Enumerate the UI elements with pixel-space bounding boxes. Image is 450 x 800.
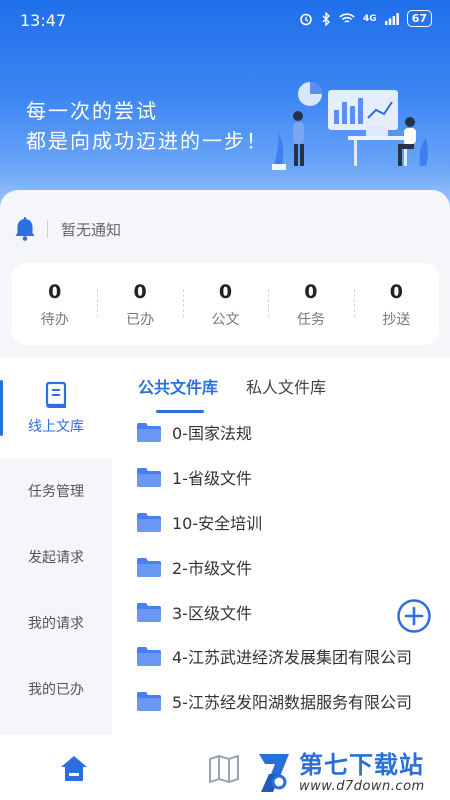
folder-name: 0-国家法规	[172, 424, 252, 444]
sidebar-item-label: 任务管理	[28, 484, 84, 500]
list-item[interactable]: 10-安全培训	[136, 500, 436, 545]
folder-name: 2-市级文件	[172, 558, 252, 578]
folder-icon	[137, 423, 161, 443]
tab-public-library[interactable]: 公共文件库	[138, 374, 218, 413]
folder-name: 5-江苏经发阳湖数据服务有限公司	[172, 693, 412, 713]
book-icon	[45, 381, 67, 408]
sidebar-item-label: 我的已办	[28, 682, 84, 698]
folder-name: 3-区级文件	[172, 603, 252, 623]
list-item[interactable]: 0-国家法规	[136, 410, 436, 455]
sidebar-item-label: 我的请求	[28, 616, 84, 632]
folder-icon	[137, 692, 161, 712]
slogan: 每一次的尝试 都是向成功迈进的一步！	[26, 96, 268, 156]
main-panel: 暂无通知 0 待办 0 已办 0 公文 0 任务 0 抄送 线上文库 任务管理 …	[0, 190, 450, 800]
folder-name: 4-江苏武进经济发展集团有限公司	[172, 648, 412, 668]
list-item[interactable]: 3-区级文件	[136, 589, 436, 634]
sidebar-item-label: 发起请求	[28, 550, 84, 566]
stat-cc[interactable]: 0 抄送	[353, 279, 439, 329]
sidebar-item-online-library[interactable]: 线上文库	[0, 358, 112, 458]
status-icons: 4G 67	[299, 10, 432, 27]
slogan-line-2: 都是向成功迈进的一步！	[26, 129, 268, 153]
sidebar-item-start-request[interactable]: 发起请求	[0, 524, 112, 590]
folder-icon	[137, 647, 161, 667]
watermark-title: 第七下载站	[299, 751, 424, 779]
header-banner: 13:47 4G 67 每一次的尝试 都是向成功迈进的一步！	[0, 0, 450, 215]
plus-circle-icon[interactable]	[396, 598, 432, 634]
list-item[interactable]: 1-省级文件	[136, 455, 436, 500]
stat-count: 0	[133, 281, 147, 303]
bluetooth-icon	[322, 11, 331, 26]
sidebar-item-task-management[interactable]: 任务管理	[0, 458, 112, 524]
list-item[interactable]: 2-市级文件	[136, 544, 436, 589]
stat-documents[interactable]: 0 公文	[182, 279, 268, 329]
wifi-icon	[339, 12, 355, 23]
bell-icon	[15, 217, 35, 241]
sidebar: 线上文库 任务管理 发起请求 我的请求 我的已办	[0, 358, 112, 738]
home-icon[interactable]	[58, 753, 90, 785]
stat-label: 抄送	[382, 312, 411, 328]
stats-card: 0 待办 0 已办 0 公文 0 任务 0 抄送	[12, 263, 439, 345]
signal-text: 4G	[363, 13, 377, 24]
library-panel: 公共文件库 私人文件库 0-国家法规 1-省级文件 10-安全培训 2-市级文件	[112, 358, 450, 738]
stat-label: 公文	[211, 312, 240, 328]
list-item[interactable]: 5-江苏经发阳湖数据服务有限公司	[136, 679, 436, 724]
status-bar: 13:47 4G 67	[0, 0, 450, 40]
watermark-logo-icon	[259, 753, 289, 792]
notification-bar[interactable]: 暂无通知	[10, 204, 440, 254]
slogan-line-1: 每一次的尝试	[26, 99, 158, 123]
stat-label: 待办	[40, 312, 69, 328]
stat-done[interactable]: 0 已办	[97, 279, 182, 329]
sidebar-item-my-done[interactable]: 我的已办	[0, 656, 112, 722]
stat-count: 0	[48, 281, 62, 303]
sidebar-item-my-requests[interactable]: 我的请求	[0, 590, 112, 656]
folder-name: 10-安全培训	[172, 513, 263, 533]
watermark-url: www.d7down.com	[299, 779, 425, 794]
folder-list: 0-国家法规 1-省级文件 10-安全培训 2-市级文件 3-区级文件 4-江苏…	[136, 410, 436, 724]
stat-count: 0	[389, 281, 403, 303]
signal-icon	[384, 12, 399, 25]
alarm-icon	[300, 13, 312, 25]
list-item[interactable]: 4-江苏武进经济发展集团有限公司	[136, 634, 436, 679]
watermark: 第七下载站 www.d7down.com	[255, 745, 450, 800]
stat-count: 0	[218, 281, 233, 303]
status-time: 13:47	[20, 11, 67, 30]
stat-pending[interactable]: 0 待办	[12, 279, 97, 329]
sidebar-item-label: 线上文库	[28, 419, 84, 435]
notice-divider	[47, 220, 48, 238]
stat-label: 任务	[296, 312, 325, 328]
folder-name: 1-省级文件	[172, 469, 252, 489]
stat-count: 0	[304, 281, 318, 303]
folder-icon	[137, 602, 161, 622]
stat-label: 已办	[126, 312, 155, 328]
office-illustration	[272, 82, 428, 170]
library-tabs: 公共文件库 私人文件库	[138, 374, 326, 413]
folder-icon	[137, 512, 161, 532]
tab-private-library[interactable]: 私人文件库	[246, 374, 326, 398]
map-book-icon[interactable]	[208, 755, 240, 783]
folder-icon	[137, 557, 161, 577]
folder-icon	[137, 468, 161, 488]
stat-tasks[interactable]: 0 任务	[268, 279, 353, 329]
battery-indicator: 67	[406, 10, 432, 27]
notice-text: 暂无通知	[61, 220, 122, 239]
